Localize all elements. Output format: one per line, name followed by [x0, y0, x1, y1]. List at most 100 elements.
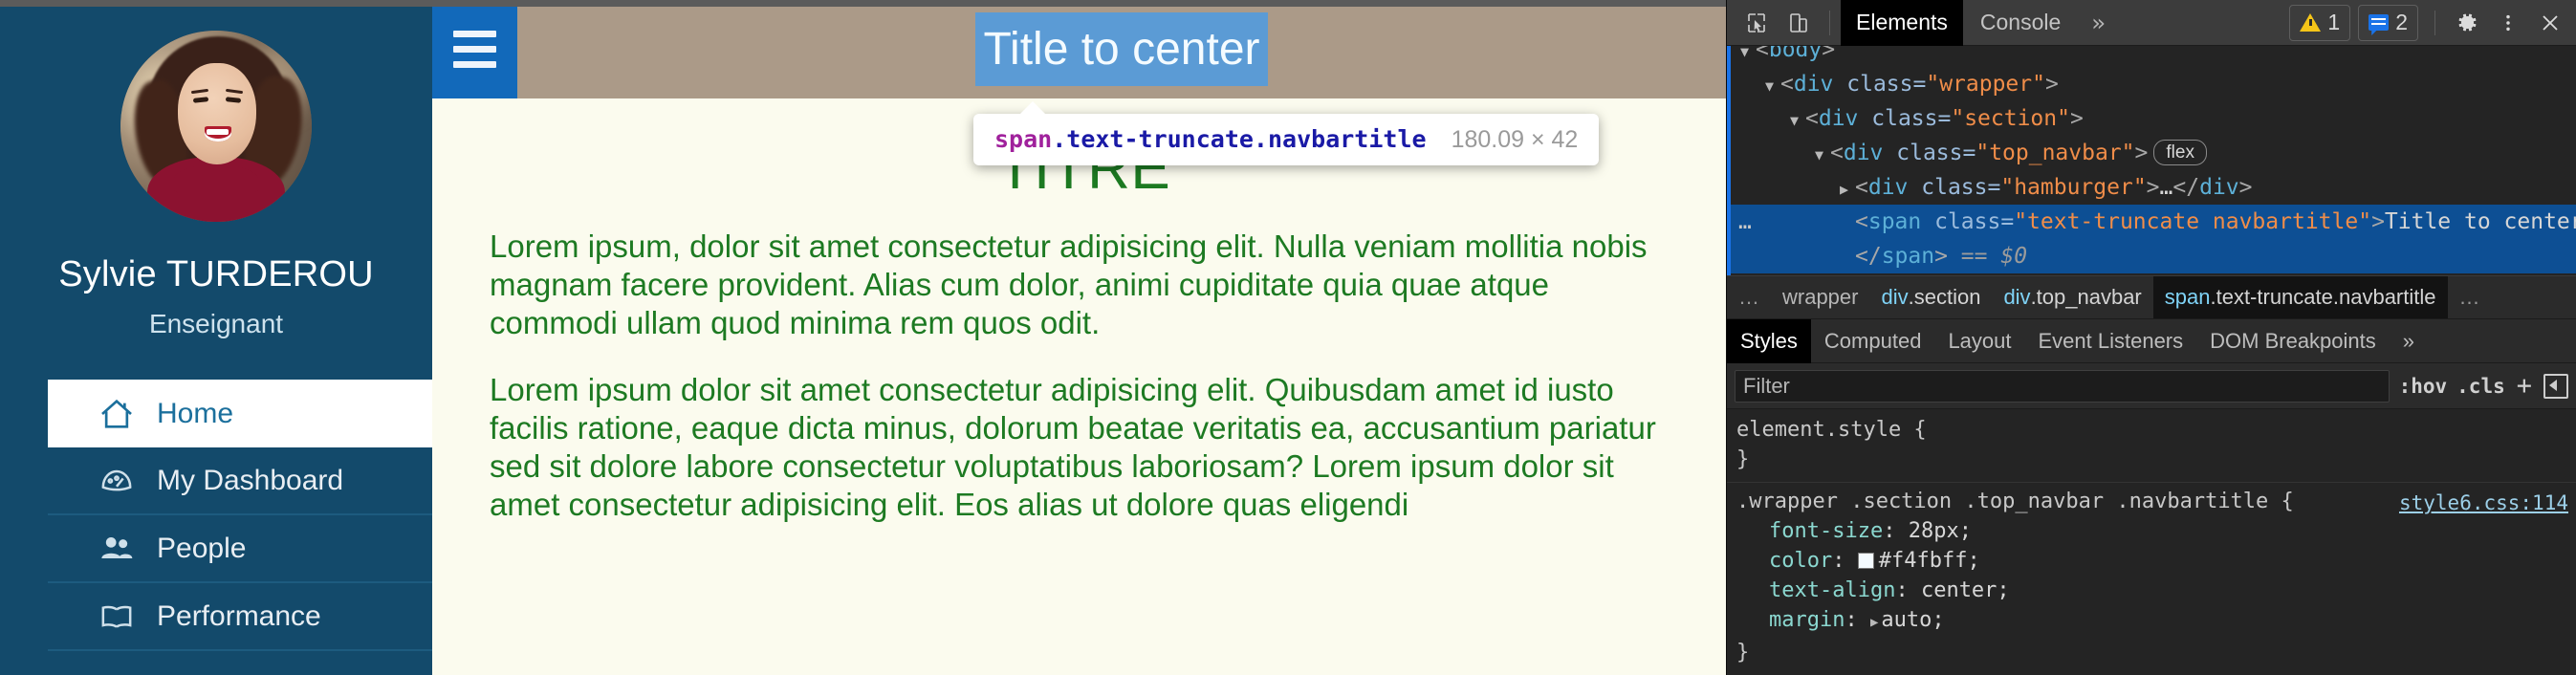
dom-token: >: [2134, 141, 2149, 165]
css-selector[interactable]: element.style {: [1736, 415, 2566, 445]
css-colon: :: [1883, 519, 1909, 543]
dom-token: <: [1855, 175, 1868, 200]
navbar-title[interactable]: Title to center: [975, 11, 1268, 87]
dom-token: == $0: [1947, 244, 2028, 269]
css-colon: :: [1895, 578, 1921, 602]
dom-token: class=: [1833, 72, 1927, 97]
profile-role: Enseignant: [148, 309, 284, 338]
sidebar-item-label: People: [157, 532, 247, 564]
dom-tree-row[interactable]: <body>: [1731, 46, 2576, 67]
styles-tab-styles[interactable]: Styles: [1727, 318, 1811, 363]
css-property-name[interactable]: font-size: [1769, 519, 1883, 543]
more-vertical-icon[interactable]: [2488, 4, 2528, 42]
css-rule[interactable]: element.style {}: [1727, 411, 2576, 483]
styles-tab-computed[interactable]: Computed: [1811, 319, 1935, 363]
dom-token: class=: [1921, 209, 2015, 234]
hamburger-icon[interactable]: [432, 0, 517, 98]
expand-shorthand-icon[interactable]: ▶: [1870, 608, 1878, 638]
disclosure-triangle-icon[interactable]: [1790, 101, 1805, 138]
message-icon: [2369, 14, 2390, 31]
gear-icon[interactable]: [2446, 4, 2486, 42]
css-property-value[interactable]: 28px;: [1909, 519, 1972, 543]
dom-tree-row[interactable]: </span> == $0: [1731, 239, 2576, 273]
tab-console[interactable]: Console: [1965, 0, 2076, 46]
disclosure-triangle-icon[interactable]: [1815, 136, 1830, 172]
dom-token: …: [2159, 175, 2173, 200]
breadcrumb-item[interactable]: …: [2448, 276, 2492, 318]
styles-rules-pane[interactable]: element.style {} .wrapper .section .top_n…: [1727, 409, 2576, 675]
message-badge[interactable]: 2: [2358, 4, 2418, 41]
dom-token: div: [1843, 141, 1884, 165]
css-property-value[interactable]: #f4fbff;: [1879, 549, 1980, 573]
css-rule[interactable]: .wrapper .section .top_navbar .navbartit…: [1727, 483, 2576, 675]
breadcrumb-item[interactable]: div .section: [1869, 276, 1992, 318]
dom-token: span: [1881, 244, 1935, 269]
styles-tab-layout[interactable]: Layout: [1934, 319, 2024, 363]
sidebar-item-label: Performance: [157, 599, 321, 632]
dom-token: <: [1780, 72, 1794, 97]
dom-tree-row[interactable]: <div class="section">: [1731, 101, 2576, 136]
inspect-cursor-icon[interactable]: [1736, 4, 1777, 42]
css-property-name[interactable]: color: [1769, 549, 1832, 573]
hov-toggle[interactable]: :hov: [2399, 375, 2448, 398]
css-declaration[interactable]: font-size: 28px;: [1736, 516, 2566, 546]
more-tabs-icon[interactable]: »: [2078, 0, 2118, 46]
disclosure-triangle-icon[interactable]: [1765, 67, 1780, 103]
top-navbar: Title to center: [432, 0, 1726, 98]
warning-badge[interactable]: 1: [2289, 4, 2351, 41]
dom-token: class=: [1908, 175, 2001, 200]
panel-toggle-icon[interactable]: [2543, 373, 2568, 399]
css-declaration[interactable]: text-align: center;: [1736, 576, 2566, 605]
css-colon: :: [1832, 549, 1858, 573]
new-style-rule-button[interactable]: +: [2515, 371, 2534, 401]
sidebar-item-my-dashboard[interactable]: My Dashboard: [48, 447, 432, 515]
hamburger-bar: [453, 61, 496, 68]
toolbar-divider: [2434, 10, 2435, 35]
styles-tab-event-listeners[interactable]: Event Listeners: [2025, 319, 2197, 363]
breadcrumb-element: span: [2164, 285, 2211, 309]
dom-tree-row[interactable]: <div class="hamburger">…</div>: [1731, 170, 2576, 205]
web-page-viewport: Sylvie TURDEROU Enseignant Home My Dashb…: [0, 0, 1726, 675]
cls-toggle[interactable]: .cls: [2456, 375, 2505, 398]
dom-token: class=: [1883, 141, 1976, 165]
styles-tab-dom-breakpoints[interactable]: DOM Breakpoints: [2196, 319, 2390, 363]
css-property-name[interactable]: text-align: [1769, 578, 1895, 602]
dom-token: <: [1830, 141, 1844, 165]
dom-tree-row[interactable]: … <span class="text-truncate navbartitle"…: [1731, 205, 2576, 239]
dom-tree-row[interactable]: <div class="wrapper">: [1731, 67, 2576, 101]
close-icon[interactable]: [2530, 4, 2570, 42]
breadcrumb-item[interactable]: wrapper: [1771, 276, 1869, 318]
browser-chrome-strip: [0, 0, 1726, 7]
device-toolbar-icon[interactable]: [1779, 4, 1819, 42]
styles-more-tabs-icon[interactable]: »: [2390, 319, 2428, 363]
styles-filter-input[interactable]: [1735, 369, 2390, 403]
sidebar-item-people[interactable]: People: [48, 515, 432, 583]
dom-tree[interactable]: <body><div class="wrapper"><div class="s…: [1727, 46, 2576, 275]
avatar-photo: [120, 31, 312, 222]
dom-tree-row[interactable]: </div>: [1731, 273, 2576, 275]
flex-badge[interactable]: flex: [2153, 140, 2207, 165]
sidebar-item-home[interactable]: Home: [48, 380, 432, 447]
css-property-value[interactable]: center;: [1921, 578, 2010, 602]
css-source-link[interactable]: style6.css:114: [2399, 489, 2568, 518]
dom-tree-row[interactable]: <div class="top_navbar">flex: [1731, 136, 2576, 170]
css-property-name[interactable]: margin: [1769, 608, 1845, 632]
breadcrumb-item[interactable]: div .top_navbar: [1992, 276, 2152, 318]
dom-token: class=: [1858, 106, 1952, 131]
css-declaration[interactable]: color: #f4fbff;: [1736, 546, 2566, 576]
css-rule-close-brace: }: [1736, 447, 1750, 471]
dashboard-gauge-icon: [98, 462, 136, 500]
css-declaration[interactable]: margin: ▶ auto;: [1736, 605, 2566, 638]
breadcrumb-item[interactable]: …: [1727, 276, 1771, 318]
css-property-value[interactable]: auto;: [1881, 608, 1944, 632]
dom-token: "hamburger": [2000, 175, 2147, 200]
color-swatch[interactable]: [1857, 553, 1874, 569]
dom-token: div: [1793, 72, 1834, 97]
dom-token: "text-truncate navbartitle": [2014, 209, 2372, 234]
breadcrumb-item[interactable]: span .text-truncate.navbartitle: [2152, 276, 2448, 318]
sidebar-item-performance[interactable]: Performance: [48, 583, 432, 651]
home-icon: [98, 395, 136, 433]
tab-elements[interactable]: Elements: [1841, 0, 1963, 46]
disclosure-triangle-icon[interactable]: [1740, 46, 1756, 69]
disclosure-triangle-icon[interactable]: [1840, 170, 1855, 207]
